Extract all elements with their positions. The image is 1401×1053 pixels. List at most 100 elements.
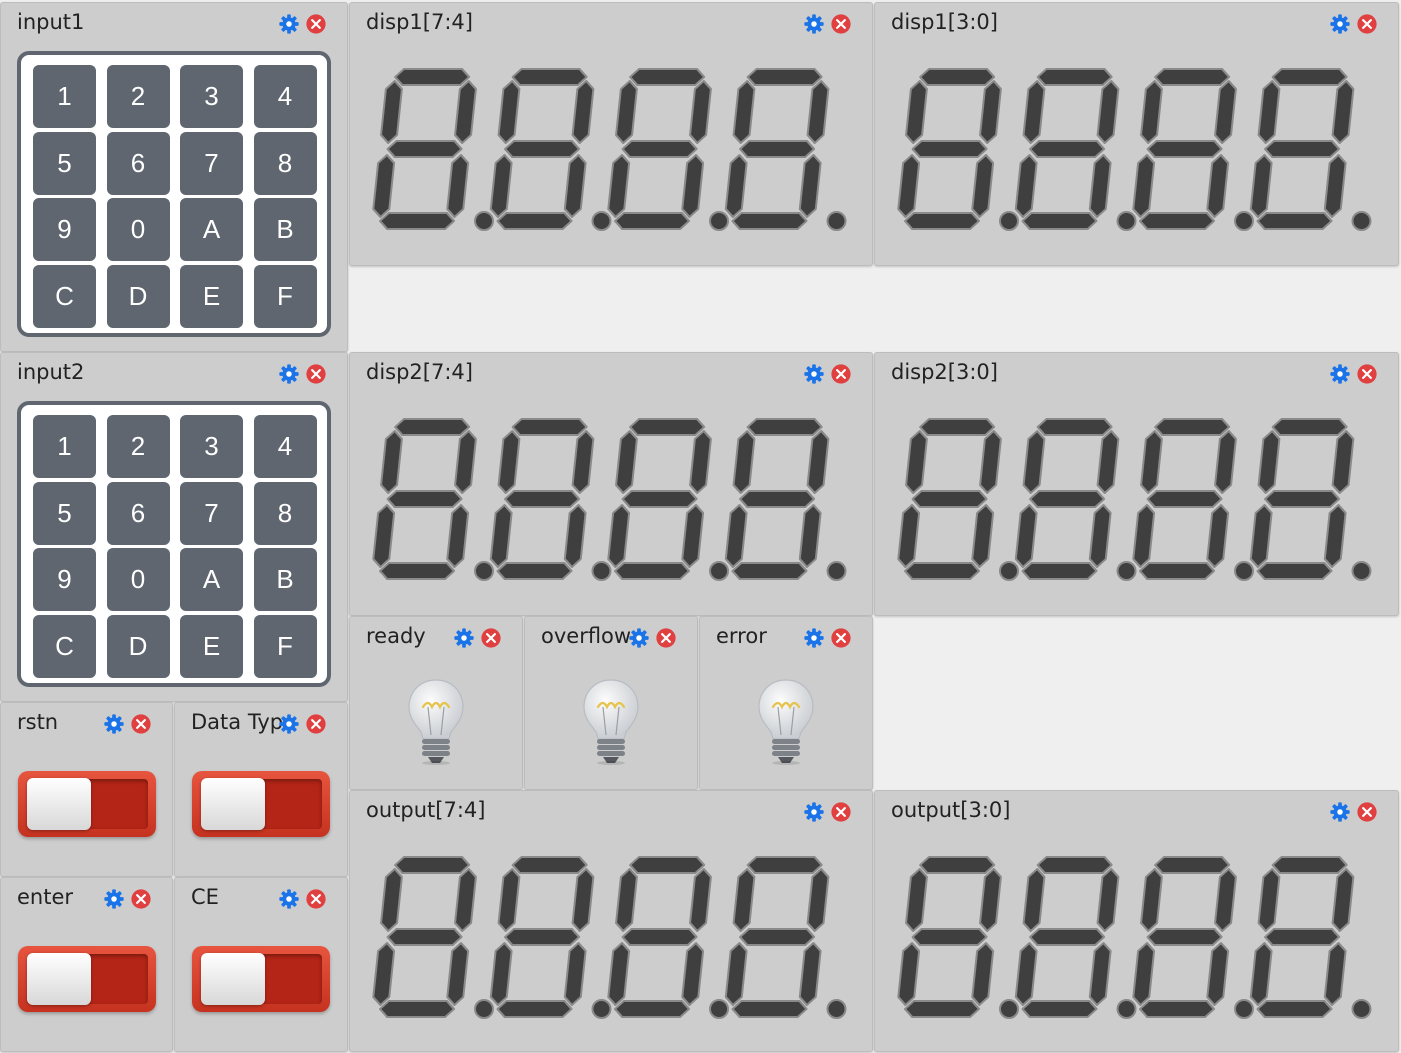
segment-d — [379, 562, 456, 580]
close-icon[interactable] — [480, 627, 502, 649]
key-c[interactable]: C — [33, 264, 96, 328]
key-0[interactable]: 0 — [106, 198, 170, 261]
key-e[interactable]: E — [180, 264, 243, 328]
key-3[interactable]: 3 — [180, 415, 243, 478]
key-1[interactable]: 1 — [33, 65, 96, 128]
gear-icon[interactable] — [278, 13, 300, 35]
segment-b — [454, 868, 477, 932]
gear-icon[interactable] — [278, 888, 300, 910]
segment-b — [979, 80, 1002, 144]
key-d[interactable]: D — [106, 614, 170, 678]
segment-b — [806, 868, 830, 932]
segment-g — [386, 490, 463, 508]
segment-f — [1257, 80, 1281, 144]
key-9[interactable]: 9 — [33, 548, 96, 611]
close-icon[interactable] — [305, 888, 327, 910]
segment-d — [731, 212, 808, 230]
segment-g — [1029, 928, 1106, 946]
gear-icon[interactable] — [278, 713, 300, 735]
panel-controls — [103, 888, 152, 910]
key-e[interactable]: E — [180, 614, 243, 678]
gear-icon[interactable] — [453, 627, 475, 649]
key-2[interactable]: 2 — [106, 65, 170, 128]
key-5[interactable]: 5 — [33, 131, 96, 195]
key-7[interactable]: 7 — [180, 131, 243, 195]
switch-knob[interactable] — [27, 953, 91, 1005]
key-d[interactable]: D — [106, 264, 170, 328]
key-1[interactable]: 1 — [33, 415, 96, 478]
toggle-switch[interactable] — [18, 946, 156, 1012]
segment-e — [1014, 942, 1038, 1006]
close-icon[interactable] — [130, 888, 152, 910]
segment-g — [1264, 490, 1341, 508]
decimal-point — [999, 999, 1019, 1019]
segment-d — [904, 1000, 981, 1018]
gear-icon[interactable] — [803, 627, 825, 649]
segment-a — [1271, 856, 1348, 874]
segment-b — [689, 430, 712, 494]
close-icon[interactable] — [305, 713, 327, 735]
segment-c — [971, 154, 995, 218]
segment-g — [911, 140, 988, 158]
segment-c — [1088, 942, 1112, 1006]
segment-f — [905, 430, 928, 494]
segment-c — [971, 504, 995, 568]
key-f[interactable]: F — [253, 614, 317, 678]
key-6[interactable]: 6 — [106, 481, 170, 545]
key-b[interactable]: B — [253, 198, 317, 261]
segment-f — [1022, 868, 1046, 932]
key-a[interactable]: A — [180, 548, 243, 611]
key-2[interactable]: 2 — [106, 415, 170, 478]
segment-b — [1214, 430, 1237, 494]
segment-f — [497, 430, 521, 494]
panel-title: input2 — [17, 360, 85, 384]
key-6[interactable]: 6 — [106, 131, 170, 195]
segment-b — [979, 868, 1002, 932]
gear-icon[interactable] — [103, 713, 125, 735]
panel-overflow: overflow — [524, 616, 698, 790]
panel-controls — [278, 713, 327, 735]
segment-g — [1029, 490, 1106, 508]
close-icon[interactable] — [130, 713, 152, 735]
toggle-switch[interactable] — [192, 771, 330, 837]
decimal-point — [591, 211, 612, 231]
close-icon[interactable] — [830, 627, 852, 649]
key-b[interactable]: B — [253, 548, 317, 611]
segment-f — [615, 430, 638, 494]
switch-knob[interactable] — [201, 778, 265, 830]
close-icon[interactable] — [305, 13, 327, 35]
key-8[interactable]: 8 — [253, 481, 317, 545]
key-7[interactable]: 7 — [180, 481, 243, 545]
key-a[interactable]: A — [180, 198, 243, 261]
key-9[interactable]: 9 — [33, 198, 96, 261]
close-icon[interactable] — [655, 627, 677, 649]
toggle-switch[interactable] — [18, 771, 156, 837]
switch-knob[interactable] — [201, 953, 265, 1005]
close-icon[interactable] — [305, 363, 327, 385]
key-4[interactable]: 4 — [253, 65, 317, 128]
seven-segment-display — [897, 856, 1372, 1019]
key-5[interactable]: 5 — [33, 481, 96, 545]
segment-b — [1096, 868, 1120, 932]
segment-f — [732, 80, 756, 144]
switch-knob[interactable] — [27, 778, 91, 830]
toggle-switch[interactable] — [192, 946, 330, 1012]
key-4[interactable]: 4 — [253, 415, 317, 478]
segment-b — [1214, 80, 1237, 144]
key-f[interactable]: F — [253, 264, 317, 328]
gear-icon[interactable] — [278, 363, 300, 385]
segment-b — [1096, 80, 1120, 144]
hex-keypad: 1234 5678 90AB CDEF — [17, 51, 331, 337]
key-8[interactable]: 8 — [253, 131, 317, 195]
segment-d — [1021, 1000, 1098, 1018]
panel-controls — [278, 363, 327, 385]
panel-title: enter — [17, 885, 74, 909]
key-c[interactable]: C — [33, 614, 96, 678]
segment-b — [689, 80, 712, 144]
gear-icon[interactable] — [628, 627, 650, 649]
key-0[interactable]: 0 — [106, 548, 170, 611]
segment-b — [689, 868, 712, 932]
key-3[interactable]: 3 — [180, 65, 243, 128]
gear-icon[interactable] — [103, 888, 125, 910]
segment-f — [497, 868, 521, 932]
